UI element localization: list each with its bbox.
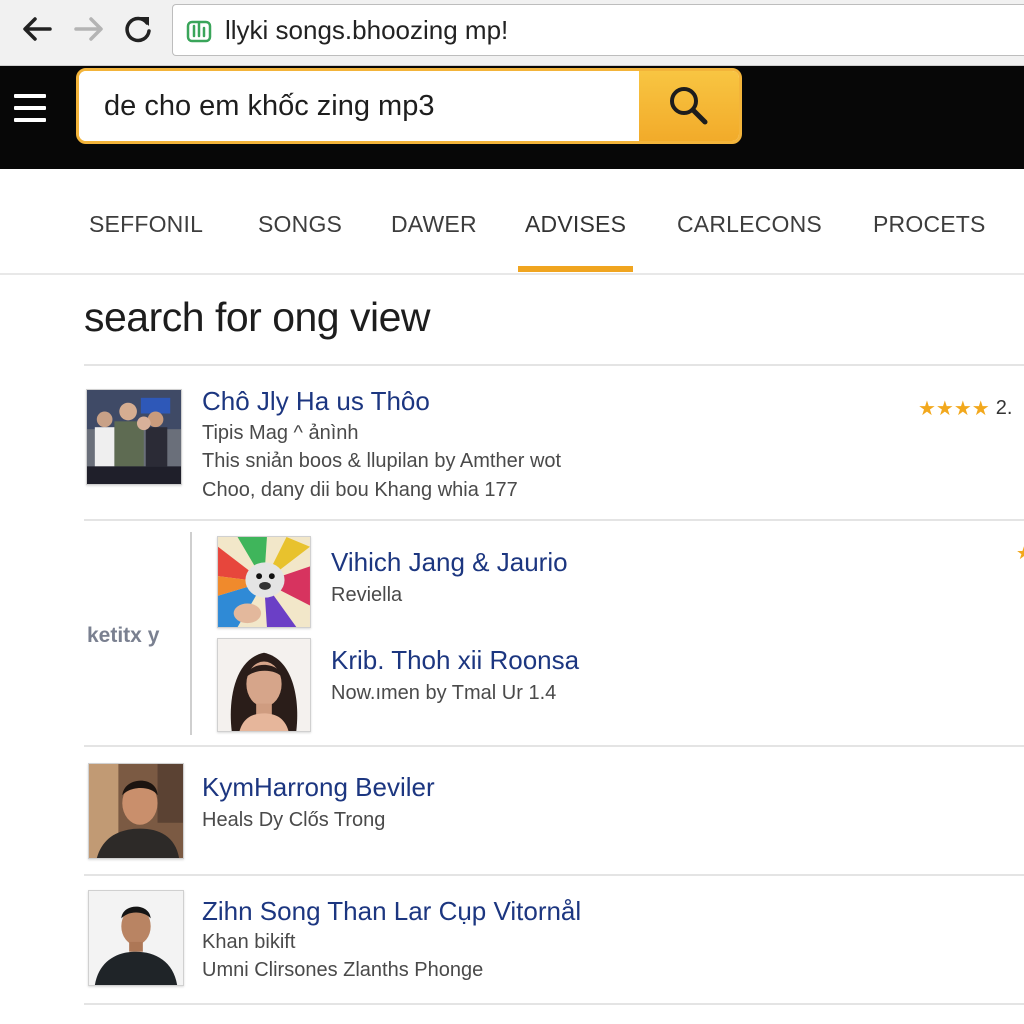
- forward-arrow-icon[interactable]: [72, 12, 106, 46]
- group-label: ketitx y: [87, 624, 160, 647]
- result-subtitle: Now.ımen by Tmal Ur 1.4: [331, 682, 557, 704]
- active-tab-indicator: [518, 266, 633, 272]
- reload-icon[interactable]: [121, 12, 155, 46]
- result-title[interactable]: Zihn Song Than Lar Cụp Vitornål: [202, 896, 581, 927]
- secure-page-icon: [186, 20, 212, 43]
- divider: [84, 1003, 1024, 1005]
- result-title[interactable]: Vihich Jang & Jaurio: [331, 547, 568, 578]
- divider: [84, 519, 1024, 521]
- result-subtitle: Heals Dy Clős Trong: [202, 809, 386, 831]
- album-thumbnail[interactable]: [86, 389, 182, 485]
- category-tabs: SEFFONIL SONGS DAWER ADVISES CARLECONS P…: [0, 169, 1024, 275]
- tab-procets[interactable]: PROCETS: [873, 211, 986, 238]
- star-rating-icon: ★: [1016, 543, 1024, 564]
- result-title[interactable]: Krib. Thoh xii Roonsa: [331, 645, 579, 676]
- result-meta: Choo, dany dii bou Khang whia 177: [202, 479, 518, 501]
- tab-dawer[interactable]: DAWER: [391, 211, 477, 238]
- page-title: search for ong view: [84, 294, 431, 340]
- divider: [84, 745, 1024, 747]
- rating-value: 2.: [995, 397, 1013, 419]
- result-subtitle: Tipis Mag ^ ảnình: [202, 422, 359, 444]
- result-title[interactable]: Chô Jly Ha us Thôo: [202, 386, 430, 417]
- rating: ★★★★ 2.: [918, 396, 1012, 421]
- divider: [84, 364, 1024, 366]
- artist-thumbnail[interactable]: [88, 890, 184, 986]
- browser-toolbar: llyki songs.bhoozing mp!: [0, 0, 1024, 66]
- result-subtitle: Khan bikift: [202, 931, 296, 953]
- artist-thumbnail[interactable]: [88, 763, 184, 859]
- result-title[interactable]: KymHarrong Beviler: [202, 772, 435, 803]
- search-input[interactable]: [79, 71, 639, 141]
- url-text: llyki songs.bhoozing mp!: [225, 14, 509, 45]
- star-rating-icon: ★★★★: [918, 398, 990, 420]
- search-button[interactable]: [639, 71, 739, 141]
- result-description: This sniản boos & llupilan by Amther wot: [202, 450, 562, 472]
- artist-thumbnail[interactable]: [217, 638, 311, 732]
- address-bar[interactable]: llyki songs.bhoozing mp!: [172, 4, 1024, 56]
- tab-seffonil[interactable]: SEFFONIL: [89, 211, 203, 238]
- group-separator: [190, 532, 192, 735]
- tab-songs[interactable]: SONGS: [258, 211, 342, 238]
- result-meta: Umni Clirsones Zlanths Phonge: [202, 959, 484, 981]
- result-subtitle: Reviella: [331, 584, 403, 606]
- divider: [84, 874, 1024, 876]
- tab-advises[interactable]: ADVISES: [525, 211, 626, 238]
- hamburger-menu-icon[interactable]: [12, 94, 48, 122]
- search-bar: [76, 68, 742, 144]
- search-icon: [670, 87, 708, 125]
- album-thumbnail[interactable]: [217, 536, 311, 628]
- site-header: [0, 66, 1024, 169]
- back-arrow-icon[interactable]: [20, 12, 54, 46]
- tab-carlecons[interactable]: CARLECONS: [677, 211, 822, 238]
